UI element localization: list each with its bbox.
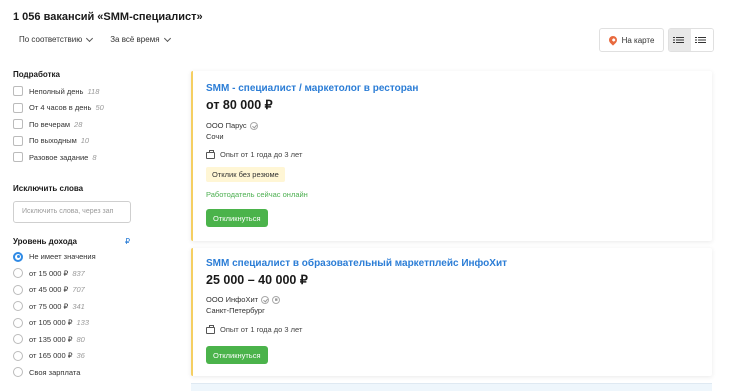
experience-label: Опыт от 1 года до 3 лет bbox=[220, 150, 303, 159]
income-count: 837 bbox=[72, 268, 85, 278]
income-option[interactable]: Не имеет значения bbox=[13, 249, 138, 266]
income-count: 341 bbox=[72, 301, 85, 311]
employer-online-status: Работодатель сейчас онлайн bbox=[206, 190, 308, 199]
income-count: 36 bbox=[76, 351, 85, 361]
list-view-icon bbox=[673, 37, 684, 43]
income-option[interactable]: от 45 000 ₽ 707 bbox=[13, 282, 138, 299]
filter-count: 118 bbox=[87, 86, 100, 96]
filter-label: Неполный день bbox=[29, 86, 84, 96]
briefcase-icon bbox=[206, 324, 215, 334]
filter-count: 50 bbox=[95, 103, 104, 113]
verified-check-icon bbox=[261, 295, 270, 304]
vacancy-experience: Опыт от 1 года до 3 лет bbox=[206, 324, 303, 334]
income-label: от 45 000 ₽ bbox=[29, 285, 69, 295]
checkbox[interactable] bbox=[13, 135, 23, 146]
filter-parttime[interactable]: От 4 часов в день 50 bbox=[13, 100, 138, 117]
radio[interactable] bbox=[13, 367, 23, 378]
income-heading: Уровень дохода ₽ bbox=[13, 237, 138, 246]
apply-button[interactable]: Откликнуться bbox=[206, 346, 268, 364]
filter-label: От 4 часов в день bbox=[29, 103, 92, 113]
page-title: 1 056 вакансий «SMM-специалист» bbox=[13, 11, 203, 23]
vacancy-experience: Опыт от 1 года до 3 лет bbox=[206, 149, 303, 159]
income-option[interactable]: от 105 000 ₽ 133 bbox=[13, 315, 138, 332]
list-view-button[interactable] bbox=[669, 29, 691, 51]
chevron-down-icon bbox=[86, 34, 94, 42]
radio[interactable] bbox=[13, 350, 23, 361]
filter-count: 28 bbox=[74, 119, 83, 129]
vacancy-salary: от 80 000 ₽ bbox=[206, 98, 273, 112]
radio[interactable] bbox=[13, 284, 23, 295]
income-count: 133 bbox=[76, 318, 90, 328]
next-vacancy-card bbox=[191, 383, 712, 391]
vacancy-card: SMM специалист в образовательный маркетп… bbox=[191, 248, 712, 376]
income-label: Своя зарплата bbox=[29, 367, 81, 377]
income-count: 80 bbox=[76, 334, 85, 344]
income-option[interactable]: от 75 000 ₽ 341 bbox=[13, 298, 138, 315]
briefcase-icon bbox=[206, 149, 215, 159]
no-resume-badge: Отклик без резюме bbox=[206, 167, 285, 182]
radio[interactable] bbox=[13, 317, 23, 328]
income-label: от 105 000 ₽ bbox=[29, 318, 73, 328]
map-pin-icon bbox=[606, 34, 619, 46]
income-option[interactable]: от 135 000 ₽ 80 bbox=[13, 331, 138, 348]
income-title: Уровень дохода bbox=[13, 236, 78, 246]
checkbox[interactable] bbox=[13, 102, 23, 113]
chevron-down-icon bbox=[163, 34, 171, 42]
radio-selected[interactable] bbox=[13, 251, 23, 262]
employer: ООО Парус bbox=[206, 121, 258, 130]
filter-label: По вечерам bbox=[29, 119, 71, 129]
experience-label: Опыт от 1 года до 3 лет bbox=[220, 325, 303, 334]
period-label: За всё время bbox=[110, 35, 160, 44]
sort-dropdown[interactable]: По соответствию bbox=[19, 34, 94, 44]
filter-label: По выходным bbox=[29, 136, 77, 146]
currency-switch[interactable]: ₽ bbox=[125, 237, 130, 246]
parttime-heading: Подработка bbox=[13, 70, 60, 79]
map-button[interactable]: На карте bbox=[599, 28, 664, 52]
filters-sidebar: Подработка Неполный день 118 От 4 часов … bbox=[13, 70, 138, 381]
income-count: 707 bbox=[72, 285, 85, 295]
radio[interactable] bbox=[13, 301, 23, 312]
vacancy-city: Сочи bbox=[206, 132, 224, 141]
compact-view-button[interactable] bbox=[691, 29, 713, 51]
vacancy-card: SMM - специалист / маркетолог в ресторан… bbox=[191, 71, 712, 241]
employer-link[interactable]: ООО ИнфоХит bbox=[206, 295, 258, 304]
income-label: Не имеет значения bbox=[29, 252, 96, 262]
period-dropdown[interactable]: За всё время bbox=[110, 34, 171, 44]
sort-label: По соответствию bbox=[19, 35, 83, 44]
sort-row: По соответствию За всё время bbox=[19, 34, 171, 44]
radio[interactable] bbox=[13, 268, 23, 279]
filter-parttime[interactable]: Разовое задание 8 bbox=[13, 149, 138, 166]
checkbox[interactable] bbox=[13, 86, 23, 97]
employer-link[interactable]: ООО Парус bbox=[206, 121, 247, 130]
verified-check-icon bbox=[249, 121, 258, 130]
vacancy-city: Санкт-Петербург bbox=[206, 306, 265, 315]
view-toggle bbox=[668, 28, 714, 52]
checkbox[interactable] bbox=[13, 152, 23, 163]
income-option[interactable]: от 165 000 ₽ 36 bbox=[13, 348, 138, 365]
radio[interactable] bbox=[13, 334, 23, 345]
filter-label: Разовое задание bbox=[29, 152, 89, 162]
filter-parttime[interactable]: По выходным 10 bbox=[13, 133, 138, 150]
income-option[interactable]: Своя зарплата bbox=[13, 364, 138, 381]
badge-icon: ■ bbox=[272, 295, 281, 304]
map-button-label: На карте bbox=[621, 35, 655, 45]
apply-button[interactable]: Откликнуться bbox=[206, 209, 268, 227]
filter-count: 8 bbox=[92, 152, 97, 162]
filter-count: 10 bbox=[80, 136, 90, 146]
exclude-heading: Исключить слова bbox=[13, 183, 84, 193]
income-label: от 15 000 ₽ bbox=[29, 268, 69, 278]
vacancy-title-link[interactable]: SMM специалист в образовательный маркетп… bbox=[206, 258, 507, 269]
vacancy-title-link[interactable]: SMM - специалист / маркетолог в ресторан bbox=[206, 83, 418, 94]
exclude-words-input[interactable]: Исключить слова, через зап bbox=[13, 200, 131, 223]
vacancy-salary: 25 000 – 40 000 ₽ bbox=[206, 273, 308, 287]
income-label: от 165 000 ₽ bbox=[29, 351, 73, 361]
income-option[interactable]: от 15 000 ₽ 837 bbox=[13, 265, 138, 282]
employer: ООО ИнфоХит ■ bbox=[206, 295, 281, 304]
filter-parttime[interactable]: Неполный день 118 bbox=[13, 83, 138, 100]
compact-list-icon bbox=[695, 37, 706, 43]
filter-parttime[interactable]: По вечерам 28 bbox=[13, 116, 138, 133]
checkbox[interactable] bbox=[13, 119, 23, 130]
income-label: от 75 000 ₽ bbox=[29, 301, 69, 311]
income-label: от 135 000 ₽ bbox=[29, 334, 73, 344]
